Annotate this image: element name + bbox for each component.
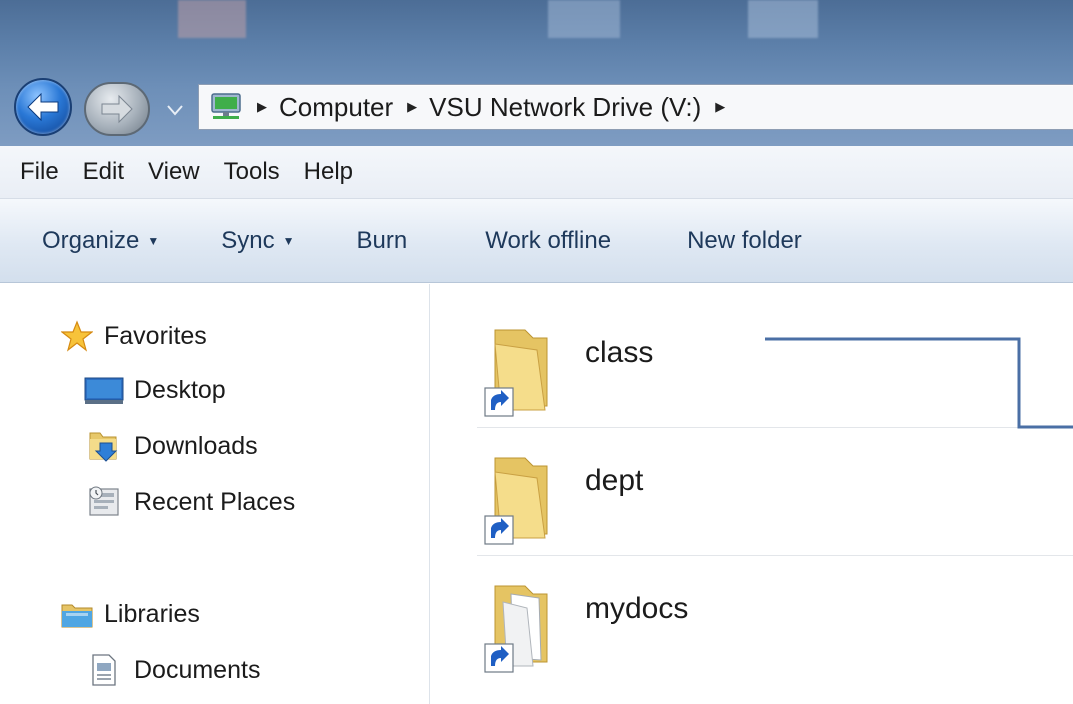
libraries-icon [60,598,94,630]
menu-tools[interactable]: Tools [212,158,292,186]
menu-view[interactable]: View [136,158,212,186]
background-blur [748,0,818,38]
sync-button[interactable]: Sync ▼ [221,227,294,255]
file-name[interactable]: dept [585,464,643,498]
document-icon [84,654,124,686]
file-item-mydocs[interactable]: mydocs [477,556,1073,684]
navigation-pane: Favorites Desktop Downloads Recent Place… [0,284,430,704]
work-offline-button[interactable]: Work offline [485,227,611,255]
organize-label: Organize [42,226,140,254]
nav-downloads[interactable]: Downloads [84,430,258,462]
shortcut-folder-icon [484,329,548,417]
forward-button[interactable] [84,82,150,136]
nav-recent-places-label: Recent Places [134,487,296,516]
nav-documents-label: Documents [134,655,261,684]
nav-desktop[interactable]: Desktop [84,374,226,406]
file-item-dept[interactable]: dept [477,428,1073,556]
menu-help[interactable]: Help [292,158,365,186]
nav-libraries[interactable]: Libraries [60,598,200,630]
chevron-down-icon: ▼ [147,233,160,248]
callout-line [765,337,1073,429]
nav-desktop-label: Desktop [134,375,226,404]
file-name[interactable]: class [585,336,653,370]
shortcut-folder-icon [484,457,548,545]
network-computer-icon [211,93,241,119]
organize-button[interactable]: Organize ▼ [42,227,159,255]
breadcrumb-computer[interactable]: Computer [279,92,393,123]
nav-documents[interactable]: Documents [84,654,260,686]
nav-recent-places[interactable]: Recent Places [84,486,295,518]
window-titlebar: ▶ Computer ▶ VSU Network Drive (V:) ▶ [0,0,1073,146]
nav-favorites[interactable]: Favorites [60,320,207,352]
star-icon [60,320,94,352]
background-blur [548,0,620,38]
command-bar: Organize ▼ Sync ▼ Burn Work offline New … [0,199,1073,283]
desktop-icon [84,374,124,406]
nav-libraries-label: Libraries [104,599,200,628]
recent-places-icon [84,486,124,518]
background-blur [178,0,246,38]
menu-file[interactable]: File [8,158,71,186]
address-bar[interactable]: ▶ Computer ▶ VSU Network Drive (V:) ▶ [198,84,1073,130]
sync-label: Sync [221,226,275,254]
nav-favorites-label: Favorites [104,321,207,350]
back-button[interactable] [14,78,72,136]
menu-edit[interactable]: Edit [71,158,136,186]
back-arrow-icon [27,92,59,122]
chevron-down-icon: ▼ [282,233,295,248]
nav-downloads-label: Downloads [134,431,258,460]
breadcrumb-separator[interactable]: ▶ [715,100,725,115]
breadcrumb-separator[interactable]: ▶ [257,100,267,115]
chevron-down-icon [167,105,183,116]
menu-bar: File Edit View Tools Help [0,146,1073,199]
burn-button[interactable]: Burn [357,227,408,255]
new-folder-button[interactable]: New folder [687,227,802,255]
shortcut-folder-icon [484,585,548,673]
downloads-folder-icon [84,430,124,462]
breadcrumb-separator[interactable]: ▶ [407,100,417,115]
file-name[interactable]: mydocs [585,592,688,626]
forward-arrow-icon [101,94,133,124]
breadcrumb-network-drive[interactable]: VSU Network Drive (V:) [429,92,701,123]
recent-pages-dropdown[interactable] [158,96,192,124]
